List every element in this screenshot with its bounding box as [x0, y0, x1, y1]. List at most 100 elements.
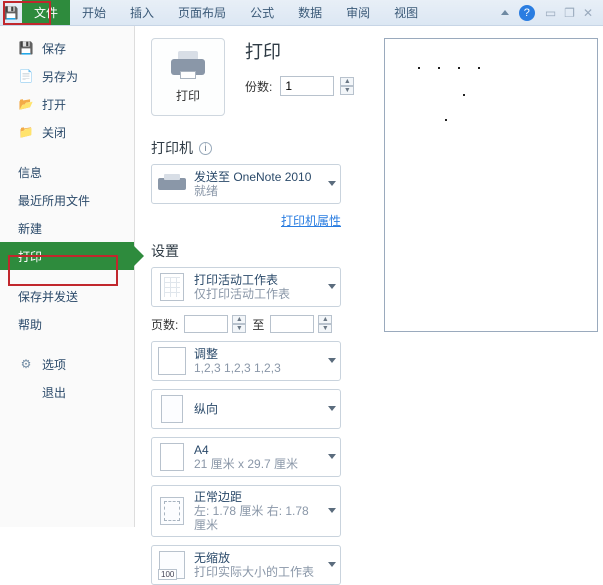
copies-input[interactable] — [280, 76, 334, 96]
spin-up-icon[interactable]: ▲ — [232, 315, 246, 324]
settings-heading: 设置 — [151, 241, 179, 261]
nav-save[interactable]: 💾保存 — [0, 34, 134, 62]
nav-open[interactable]: 📂打开 — [0, 90, 134, 118]
tab-formulas[interactable]: 公式 — [238, 0, 286, 25]
nav-help-label: 帮助 — [18, 316, 42, 333]
collate-sub: 1,2,3 1,2,3 1,2,3 — [194, 361, 281, 375]
pages-label: 页数: — [151, 316, 178, 333]
ribbon-right: ? ▭ ❐ ✕ — [501, 0, 603, 25]
pages-to-label: 至 — [252, 316, 264, 333]
copies-up-icon[interactable]: ▲ — [340, 77, 354, 86]
scaling-selector[interactable]: 100 无缩放打印实际大小的工作表 — [151, 545, 341, 585]
save-as-icon: 📄 — [18, 68, 34, 84]
margins-main: 正常边距 — [194, 490, 322, 504]
copies-row: 份数: ▲ ▼ — [245, 76, 354, 96]
nav-recent-label: 最近所用文件 — [18, 192, 90, 209]
chevron-down-icon — [328, 406, 336, 411]
nav-info-label: 信息 — [18, 164, 42, 181]
ribbon-tabs: 💾 文件 开始 插入 页面布局 公式 数据 审阅 视图 — [0, 0, 430, 25]
exit-icon: �඗ — [18, 384, 34, 400]
nav-recent[interactable]: 最近所用文件 — [0, 186, 134, 214]
tab-file[interactable]: 文件 — [22, 0, 70, 25]
nav-new-label: 新建 — [18, 220, 42, 237]
tab-insert[interactable]: 插入 — [118, 0, 166, 25]
nav-print[interactable]: 打印 — [0, 242, 134, 270]
printer-selector[interactable]: 发送至 OneNote 2010就绪 — [151, 164, 341, 204]
printer-properties-link[interactable]: 打印机属性 — [281, 214, 341, 228]
pages-row: 页数: ▲▼ 至 ▲▼ — [151, 315, 375, 333]
nav-options[interactable]: ⚙ 选项 — [0, 350, 134, 378]
printer-info-icon[interactable]: i — [199, 142, 212, 155]
spin-down-icon[interactable]: ▼ — [318, 324, 332, 333]
help-icon[interactable]: ? — [519, 5, 535, 21]
print-panel: 打印 打印 份数: ▲ ▼ 打印机 i 发送至 OneNote 2010就绪 打印… — [135, 26, 375, 527]
worksheet-icon — [158, 273, 186, 301]
spin-down-icon[interactable]: ▼ — [232, 324, 246, 333]
printer-heading: 打印机 — [151, 138, 193, 158]
window-minimize-icon[interactable]: ▭ — [545, 6, 556, 20]
print-button-label: 打印 — [176, 87, 200, 104]
close-icon: 📁 — [18, 124, 34, 140]
nav-save-as[interactable]: 📄 另存为 — [0, 62, 134, 90]
print-what-selector[interactable]: 打印活动工作表仅打印活动工作表 — [151, 267, 341, 307]
nav-new[interactable]: 新建 — [0, 214, 134, 242]
chevron-down-icon — [328, 284, 336, 289]
print-what-main: 打印活动工作表 — [194, 273, 290, 287]
tab-review[interactable]: 审阅 — [334, 0, 382, 25]
nav-savesend-label: 保存并发送 — [18, 288, 78, 305]
printer-status: 就绪 — [194, 184, 311, 198]
orientation-icon — [158, 395, 186, 423]
printer-name: 发送至 OneNote 2010 — [194, 170, 311, 184]
print-button[interactable]: 打印 — [151, 38, 225, 116]
options-icon: ⚙ — [18, 356, 34, 372]
nav-exit-label: 退出 — [42, 384, 66, 401]
nav-close[interactable]: 📁 关闭 — [0, 118, 134, 146]
collate-selector[interactable]: 调整1,2,3 1,2,3 1,2,3 — [151, 341, 341, 381]
save-qat-icon[interactable]: 💾 — [0, 0, 22, 25]
window-restore-icon[interactable]: ❐ — [564, 6, 575, 20]
paper-main: A4 — [194, 443, 298, 457]
nav-help[interactable]: 帮助 — [0, 310, 134, 338]
nav-close-label: 关闭 — [42, 124, 66, 141]
print-what-sub: 仅打印活动工作表 — [194, 287, 290, 301]
window-close-icon[interactable]: ✕ — [583, 6, 593, 20]
tab-data[interactable]: 数据 — [286, 0, 334, 25]
chevron-down-icon — [328, 181, 336, 186]
nav-saveas-label: 另存为 — [42, 68, 78, 85]
nav-print-label: 打印 — [18, 248, 42, 265]
ribbon: 💾 文件 开始 插入 页面布局 公式 数据 审阅 视图 ? ▭ ❐ ✕ — [0, 0, 603, 26]
copies-down-icon[interactable]: ▼ — [340, 86, 354, 95]
tab-page-layout[interactable]: 页面布局 — [166, 0, 238, 25]
paper-sub: 21 厘米 x 29.7 厘米 — [194, 457, 298, 471]
nav-options-label: 选项 — [42, 356, 66, 373]
copies-label: 份数: — [245, 78, 272, 95]
print-preview-pane — [375, 26, 603, 527]
nav-save-send[interactable]: 保存并发送 — [0, 282, 134, 310]
margins-icon — [158, 497, 186, 525]
backstage-nav: 💾保存 📄 另存为 📂打开 📁 关闭 信息 最近所用文件 新建 打印 保存并发送 帮… — [0, 26, 135, 527]
paper-size-selector[interactable]: A421 厘米 x 29.7 厘米 — [151, 437, 341, 477]
scaling-sub: 打印实际大小的工作表 — [194, 565, 314, 579]
chevron-down-icon — [328, 454, 336, 459]
pages-from-spinner: ▲▼ — [232, 315, 246, 333]
print-title: 打印 — [245, 38, 354, 64]
tab-home[interactable]: 开始 — [70, 0, 118, 25]
collate-icon — [158, 347, 186, 375]
minimize-ribbon-icon[interactable] — [501, 10, 509, 15]
preview-page — [384, 38, 598, 332]
nav-open-label: 打开 — [42, 96, 66, 113]
margins-sub: 左: 1.78 厘米 右: 1.78 厘米 — [194, 504, 322, 532]
pages-to-input[interactable] — [270, 315, 314, 333]
orientation-selector[interactable]: 纵向 — [151, 389, 341, 429]
paper-icon — [158, 443, 186, 471]
printer-small-icon — [158, 170, 186, 198]
collate-main: 调整 — [194, 347, 281, 361]
pages-from-input[interactable] — [184, 315, 228, 333]
nav-info[interactable]: 信息 — [0, 158, 134, 186]
window-controls: ▭ ❐ ✕ — [545, 6, 593, 20]
spin-up-icon[interactable]: ▲ — [318, 315, 332, 324]
nav-exit[interactable]: �඗ 退出 — [0, 378, 134, 406]
scaling-icon: 100 — [158, 551, 186, 579]
tab-view[interactable]: 视图 — [382, 0, 430, 25]
margins-selector[interactable]: 正常边距左: 1.78 厘米 右: 1.78 厘米 — [151, 485, 341, 537]
